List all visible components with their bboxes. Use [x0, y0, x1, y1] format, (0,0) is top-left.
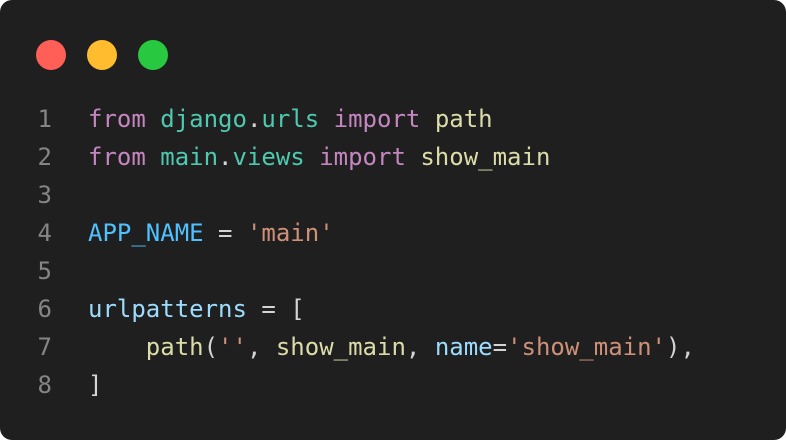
- code-token: =: [492, 333, 508, 361]
- code-line: 5: [0, 252, 786, 290]
- code-token: ,: [405, 333, 435, 361]
- code-token: ]: [88, 371, 103, 399]
- code-token: import: [333, 105, 421, 133]
- code-token: APP_NAME: [88, 219, 204, 247]
- line-number: 4: [37, 219, 52, 247]
- line-number: 8: [37, 371, 52, 399]
- code-token: ),: [666, 333, 695, 361]
- code-token: 'show_main': [507, 333, 667, 361]
- line-number: 7: [37, 333, 52, 361]
- code-token: '': [218, 333, 247, 361]
- line-source: APP_NAME = 'main': [88, 214, 334, 252]
- line-source: path('', show_main, name='show_main'),: [88, 328, 695, 366]
- code-token: (: [203, 333, 219, 361]
- code-token: from: [88, 143, 146, 171]
- line-source: from django.urls import path: [88, 100, 493, 138]
- code-block: 1 from django.urls import path 2 from main.…: [0, 100, 786, 404]
- maximize-dot-icon[interactable]: [138, 40, 168, 70]
- code-token: path: [145, 333, 204, 361]
- line-number: 2: [37, 143, 52, 171]
- code-line: 1 from django.urls import path: [0, 100, 786, 138]
- window-controls: [36, 40, 168, 70]
- code-token: django: [160, 105, 247, 133]
- code-line: 7 path('', show_main, name='show_main'),: [0, 328, 786, 366]
- line-source: ]: [88, 366, 102, 404]
- code-line: 6 urlpatterns = [: [0, 290, 786, 328]
- code-token: urls: [261, 105, 320, 133]
- code-token: urlpatterns: [88, 295, 247, 323]
- code-token: show_main: [420, 143, 551, 171]
- code-line: 3: [0, 176, 786, 214]
- code-token: ,: [246, 333, 276, 361]
- line-source: urlpatterns = [: [88, 290, 305, 328]
- code-line: 4 APP_NAME = 'main': [0, 214, 786, 252]
- code-token: views: [232, 143, 305, 171]
- code-token: 'main': [246, 219, 334, 247]
- code-line: 8]: [0, 366, 786, 404]
- code-token: .: [218, 143, 233, 171]
- code-window: 1 from django.urls import path 2 from main.…: [0, 0, 786, 440]
- line-number: 6: [37, 295, 52, 323]
- code-token: import: [319, 143, 406, 171]
- line-number: 3: [37, 181, 52, 209]
- code-token: show_main: [275, 333, 406, 361]
- code-token: .: [246, 105, 262, 133]
- code-token: from: [88, 105, 146, 133]
- code-token: path: [434, 105, 493, 133]
- code-token: = [: [246, 295, 305, 323]
- line-source: from main.views import show_main: [88, 138, 550, 176]
- code-token: name: [434, 333, 493, 361]
- close-dot-icon[interactable]: [36, 40, 66, 70]
- line-number: 5: [37, 257, 52, 285]
- minimize-dot-icon[interactable]: [87, 40, 117, 70]
- code-line: 2 from main.views import show_main: [0, 138, 786, 176]
- line-number: 1: [37, 105, 52, 133]
- code-token: main: [160, 143, 219, 171]
- code-token: =: [203, 219, 247, 247]
